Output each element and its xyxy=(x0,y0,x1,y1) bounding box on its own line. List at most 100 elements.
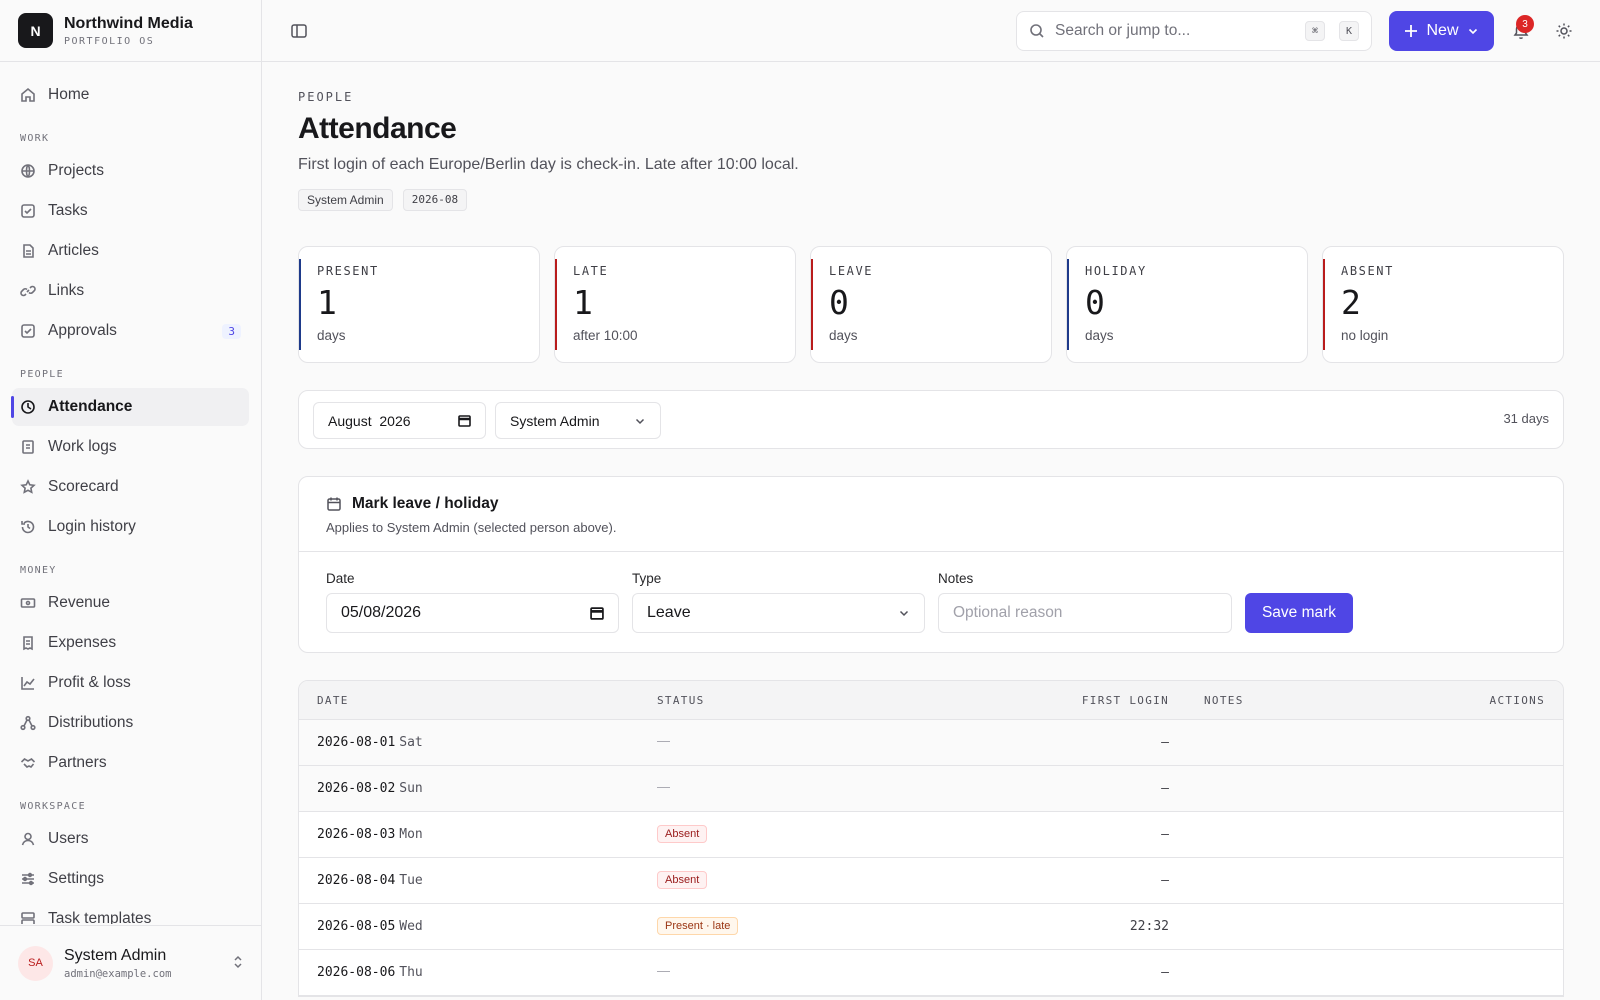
stat-sub: days xyxy=(317,328,346,343)
globe-icon xyxy=(21,164,35,178)
search-input[interactable]: Search or jump to... xyxy=(1055,22,1291,40)
receipt-icon xyxy=(23,636,33,651)
sun-icon[interactable] xyxy=(1554,21,1574,41)
sidebar-item-scorecard[interactable]: Scorecard xyxy=(12,468,249,506)
tag-month: 2026-08 xyxy=(402,189,468,211)
avatar: SA xyxy=(18,945,53,981)
cell-first-login: — xyxy=(1161,735,1169,750)
sidebar-item-tasks[interactable]: Tasks xyxy=(12,192,249,230)
save-mark-button[interactable]: Save mark xyxy=(1245,593,1353,633)
stats-row: PRESENT 1 days LATE 1 after 10:00 LEAVE … xyxy=(298,246,1564,363)
page-description: First login of each Europe/Berlin day is… xyxy=(298,156,799,173)
sidebar-item-attendance[interactable]: Attendance xyxy=(11,388,249,426)
table-row[interactable]: 2026-08-04 Tue Absent — xyxy=(299,858,1563,904)
date-value: 2026-08-03 xyxy=(317,827,396,842)
cell-status: — xyxy=(657,733,670,748)
stat-value: 0 xyxy=(1085,283,1105,322)
date-value: 2026-08-04 xyxy=(317,873,396,888)
notes-input[interactable]: Optional reason xyxy=(938,593,1232,633)
stat-sub: after 10:00 xyxy=(573,328,638,343)
mark-card-header: Mark leave / holiday Applies to System A… xyxy=(299,477,1563,552)
sidebar-item-articles[interactable]: Articles xyxy=(12,232,249,270)
weekday: Tue xyxy=(399,873,423,888)
sidebar-item-profit-loss[interactable]: Profit & loss xyxy=(12,664,249,702)
sidebar-item-home[interactable]: Home xyxy=(12,76,249,114)
sidebar-item-label: Projects xyxy=(48,162,104,179)
sidebar-item-label: Scorecard xyxy=(48,478,119,495)
cell-status: — xyxy=(657,779,670,794)
type-select[interactable]: Leave xyxy=(632,593,925,633)
weekday: Thu xyxy=(399,965,423,980)
sidebar-item-links[interactable]: Links xyxy=(12,272,249,310)
sidebar-toggle-icon[interactable] xyxy=(289,21,309,41)
stat-sub: no login xyxy=(1341,328,1389,343)
stat-label: PRESENT xyxy=(317,264,379,278)
column-header-date[interactable]: DATE xyxy=(317,694,349,707)
column-header-notes[interactable]: NOTES xyxy=(1204,694,1244,707)
sidebar-item-label: Work logs xyxy=(48,438,117,455)
banknote-icon xyxy=(20,598,36,608)
chevron-up-down-icon xyxy=(233,955,243,972)
column-header-status[interactable]: STATUS xyxy=(657,694,705,707)
stat-label: HOLIDAY xyxy=(1085,264,1147,278)
days-count: 31 days xyxy=(1503,411,1549,426)
nav-section-work: WORK xyxy=(20,133,50,144)
sidebar-item-task-templates[interactable]: Task templates xyxy=(12,900,249,924)
table-row[interactable]: 2026-08-05 Wed Present · late 22:32 xyxy=(299,904,1563,950)
brand-name: Northwind Media xyxy=(64,14,193,32)
search-icon xyxy=(1030,24,1044,38)
date-field[interactable]: 05/08/2026 xyxy=(326,593,619,633)
attendance-table: DATE STATUS FIRST LOGIN NOTES ACTIONS 20… xyxy=(298,680,1564,997)
search-bar[interactable]: Search or jump to... ⌘ K xyxy=(1016,11,1372,51)
notes-label: Notes xyxy=(938,571,974,586)
weekday: Wed xyxy=(399,919,423,934)
plus-icon xyxy=(1405,25,1418,37)
person-value: System Admin xyxy=(510,412,600,429)
link-icon xyxy=(20,285,36,297)
cell-status: Absent xyxy=(657,871,708,889)
sidebar-item-distributions[interactable]: Distributions xyxy=(12,704,249,742)
sidebar-item-revenue[interactable]: Revenue xyxy=(12,584,249,622)
stat-value: 0 xyxy=(829,283,849,322)
date-value: 2026-08-05 xyxy=(317,919,396,934)
sidebar-item-approvals[interactable]: Approvals 3 xyxy=(12,312,249,350)
chevron-down-icon xyxy=(1468,28,1477,35)
sidebar-item-partners[interactable]: Partners xyxy=(12,744,249,782)
stat-value: 1 xyxy=(317,283,337,322)
home-icon xyxy=(21,87,35,102)
nav-section-workspace: WORKSPACE xyxy=(20,801,86,812)
sidebar-item-users[interactable]: Users xyxy=(12,820,249,858)
status-badge: Absent xyxy=(657,825,708,843)
table-row[interactable]: 2026-08-06 Thu — — xyxy=(299,950,1563,996)
sidebar-item-label: Approvals xyxy=(48,322,117,339)
sidebar-item-label: Distributions xyxy=(48,714,134,731)
person-select[interactable]: System Admin xyxy=(495,402,661,439)
table-row[interactable]: 2026-08-02 Sun — — xyxy=(299,766,1563,812)
stat-label: ABSENT xyxy=(1341,264,1394,278)
stat-value: 2 xyxy=(1341,283,1361,322)
kbd-cmd: ⌘ xyxy=(1305,21,1325,41)
cell-status: Present · late xyxy=(657,917,739,935)
sidebar-item-login-history[interactable]: Login history xyxy=(12,508,249,546)
sidebar-item-expenses[interactable]: Expenses xyxy=(12,624,249,662)
new-button[interactable]: New xyxy=(1389,11,1494,51)
sidebar-item-work-logs[interactable]: Work logs xyxy=(12,428,249,466)
sidebar-item-projects[interactable]: Projects xyxy=(12,152,249,190)
brand-logo: N xyxy=(18,13,53,48)
checkbox-icon xyxy=(21,204,35,218)
user-menu[interactable]: SA System Admin admin@example.com xyxy=(0,925,261,1000)
month-picker[interactable]: August 2026 xyxy=(313,402,486,439)
brand[interactable]: N Northwind Media PORTFOLIO OS xyxy=(0,0,261,62)
sidebar-item-settings[interactable]: Settings xyxy=(12,860,249,898)
history-icon xyxy=(21,520,35,534)
status-badge: Absent xyxy=(657,871,708,889)
tag-person: System Admin xyxy=(298,189,393,211)
stat-card-leave: LEAVE 0 days xyxy=(810,246,1052,363)
date-value: 2026-08-06 xyxy=(317,965,396,980)
table-row[interactable]: 2026-08-01 Sat — — xyxy=(299,720,1563,766)
column-header-first-login[interactable]: FIRST LOGIN xyxy=(1082,694,1169,707)
stat-label: LATE xyxy=(573,264,609,278)
stat-card-absent: ABSENT 2 no login xyxy=(1322,246,1564,363)
table-row[interactable]: 2026-08-03 Mon Absent — xyxy=(299,812,1563,858)
sidebar-item-label: Users xyxy=(48,830,89,847)
